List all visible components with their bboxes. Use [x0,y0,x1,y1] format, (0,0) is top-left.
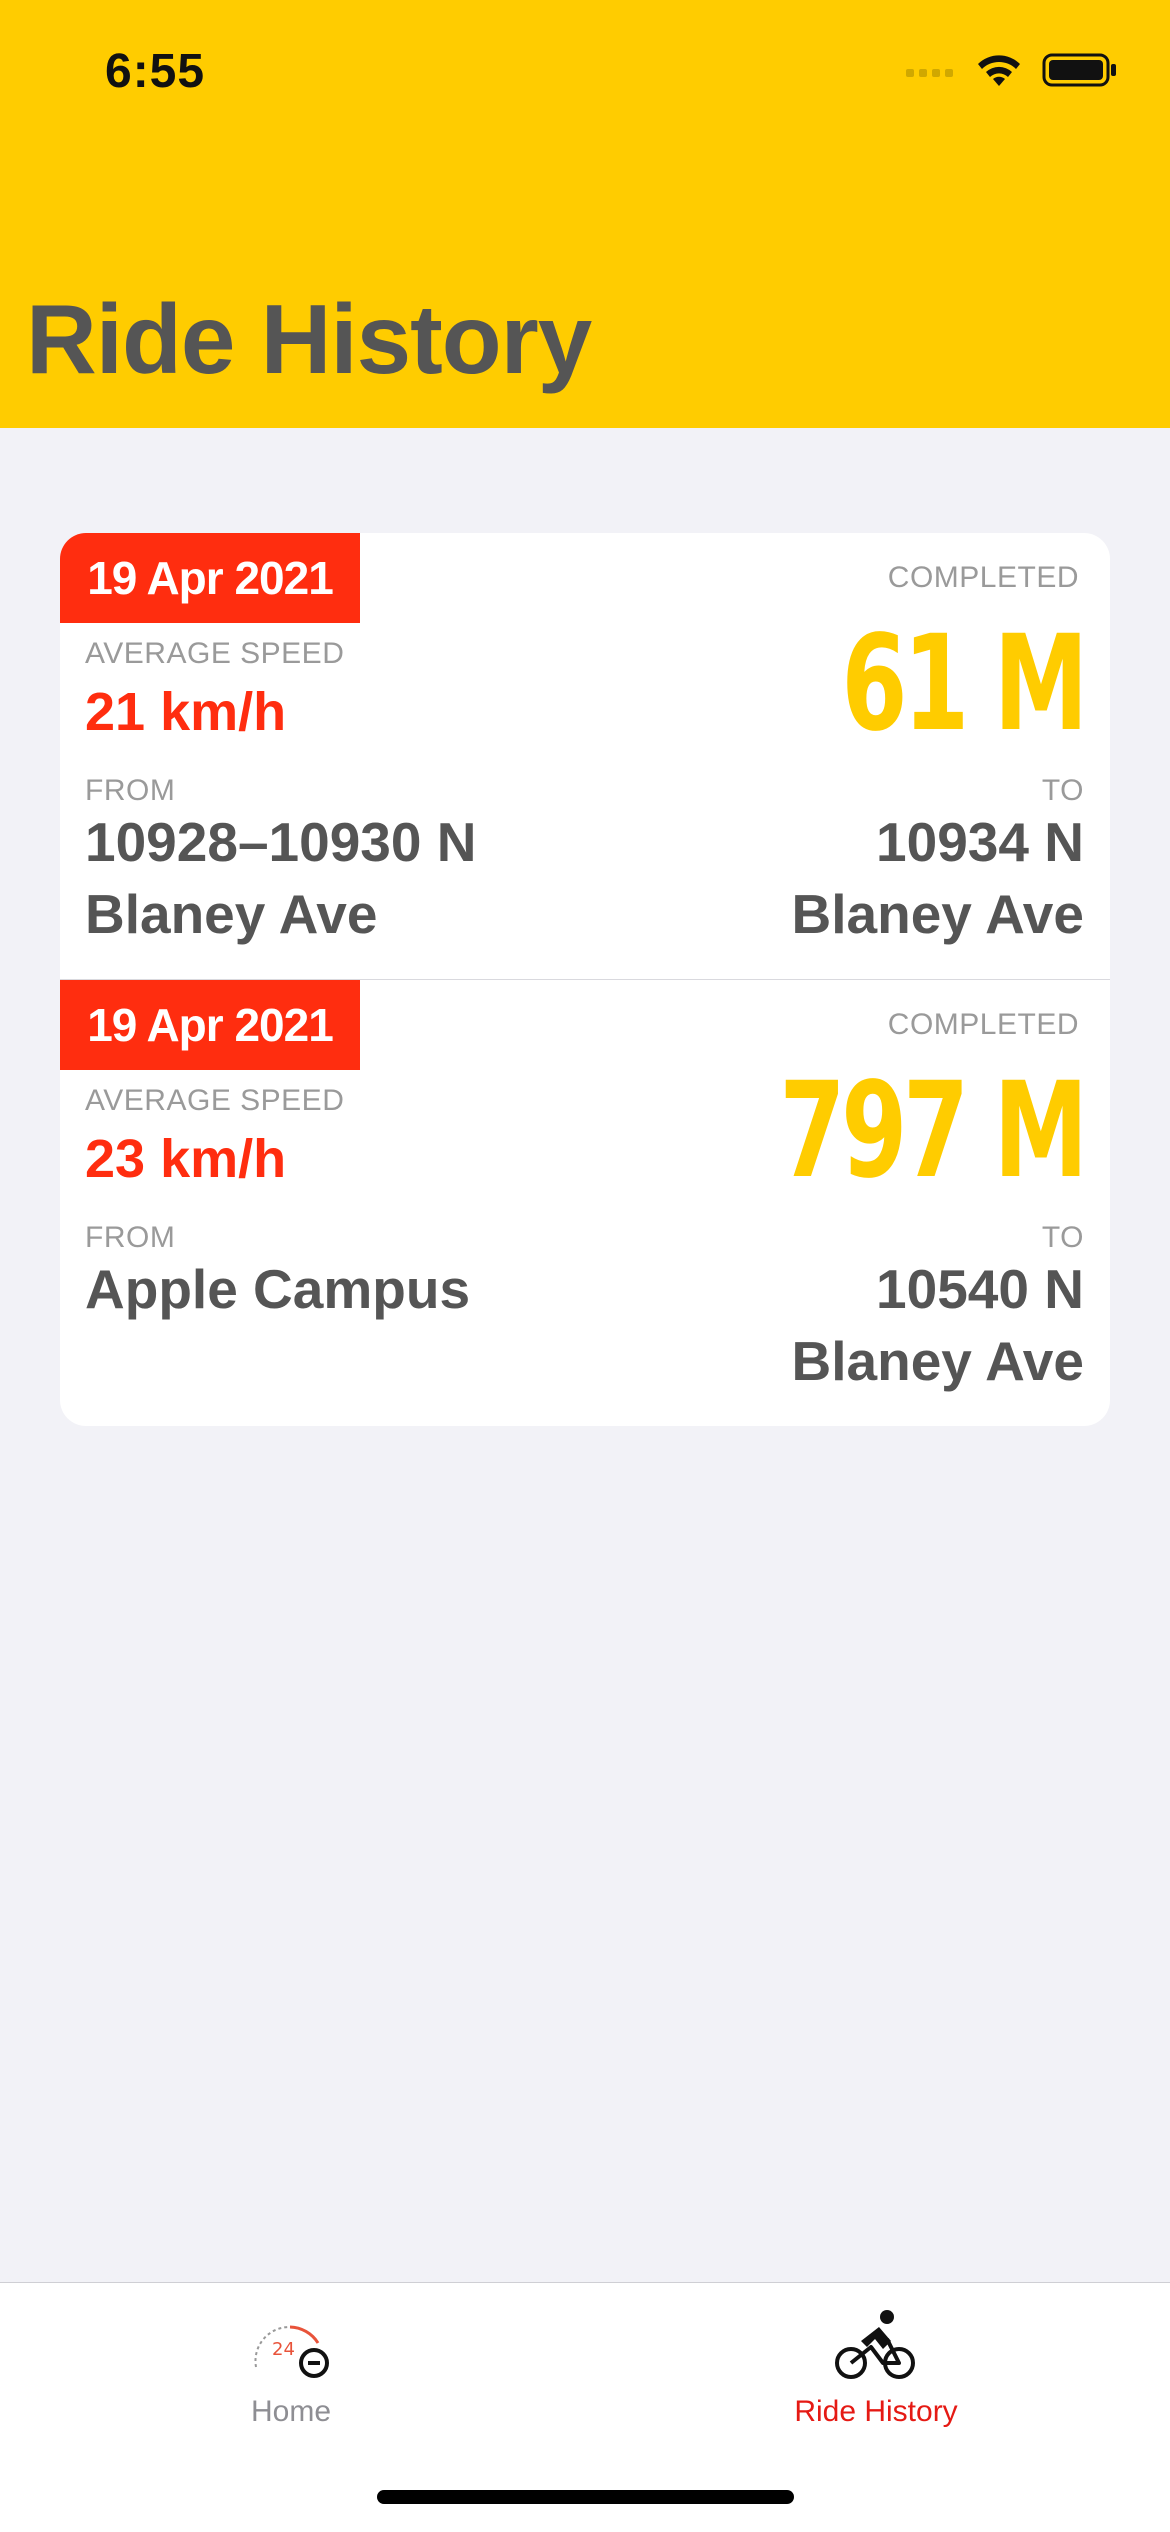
to-address-line1: 10934 N [876,811,1084,873]
status-time: 6:55 [105,45,206,98]
distance-value: 797 M [779,1054,1089,1208]
completed-label: COMPLETED [887,1008,1079,1041]
from-address-line2: Blaney Ave [85,883,378,945]
completed-label: COMPLETED [887,561,1079,594]
home-indicator [377,2490,794,2504]
tab-ride-history[interactable]: Ride History [726,2303,1026,2443]
status-icons [906,52,1118,88]
average-speed-value: 21 km/h [85,682,287,742]
to-address-line2: Blaney Ave [791,1330,1084,1392]
svg-text:24: 24 [272,2339,295,2360]
cellular-signal-icon [906,69,953,77]
to-address: 10934 N Blaney Ave [792,806,1084,950]
battery-icon [1042,53,1116,87]
ride-item[interactable]: 19 Apr 2021 COMPLETED 61 M AVERAGE SPEED… [60,533,1110,979]
tab-ride-history-label: Ride History [794,2395,958,2428]
from-address-line1: 10928–10930 N [85,811,477,873]
from-label: FROM [85,774,176,807]
date-badge: 19 Apr 2021 [60,980,360,1070]
from-address-line1: Apple Campus [85,1258,471,1320]
to-address-line2: Blaney Ave [791,883,1084,945]
to-address: 10540 N Blaney Ave [792,1253,1084,1397]
tab-home[interactable]: 24 Home [141,2303,441,2443]
from-label: FROM [85,1221,176,1254]
from-address: Apple Campus [85,1253,470,1325]
from-address: 10928–10930 N Blaney Ave [85,806,476,950]
ride-history-screen: 6:55 Ride History 19 Apr 2021 COMPLETED … [0,0,1170,2532]
date-badge: 19 Apr 2021 [60,533,360,623]
cyclist-icon [835,2310,915,2379]
navigation-header: 6:55 Ride History [0,0,1170,428]
rides-card: 19 Apr 2021 COMPLETED 61 M AVERAGE SPEED… [60,533,1110,1426]
average-speed-value: 23 km/h [85,1129,287,1189]
to-label: TO [1041,1221,1084,1254]
average-speed-label: AVERAGE SPEED [85,637,345,670]
to-address-line1: 10540 N [876,1258,1084,1320]
page-title: Ride History [26,284,592,394]
average-speed-label: AVERAGE SPEED [85,1084,345,1117]
wifi-icon [978,55,1020,86]
distance-value: 61 M [841,607,1088,761]
ride-item[interactable]: 19 Apr 2021 COMPLETED 797 M AVERAGE SPEE… [60,980,1110,1426]
speedometer-bike-icon: 24 [254,2325,329,2378]
to-label: TO [1041,774,1084,807]
tab-home-label: Home [250,2395,332,2428]
